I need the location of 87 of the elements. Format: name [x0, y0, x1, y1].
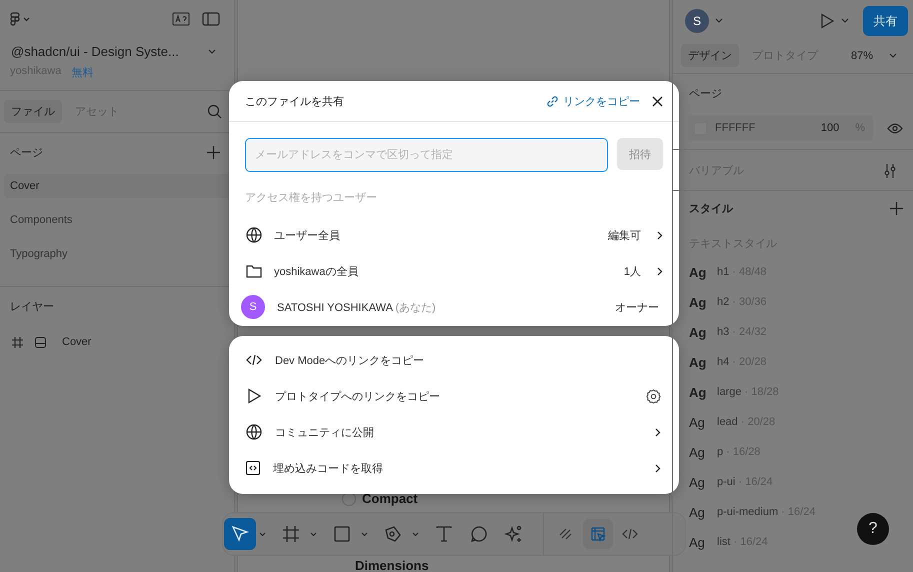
pages-heading: ページ: [10, 146, 43, 160]
caret-icon[interactable]: [889, 52, 897, 58]
caret-icon[interactable]: [412, 532, 419, 536]
section-label: Dimensions: [355, 558, 429, 572]
square-icon: [332, 524, 352, 544]
access-role[interactable]: 1人: [624, 264, 641, 278]
access-heading: アクセス権を持つユーザー: [245, 191, 378, 205]
menu-item[interactable]: Dev Modeへのリンクをコピー: [229, 342, 679, 378]
caret-icon[interactable]: [259, 532, 266, 536]
menu-item[interactable]: コミュニティに公開: [229, 414, 679, 450]
settings-icon[interactable]: [646, 388, 661, 404]
play-icon[interactable]: [819, 13, 835, 29]
caret-icon[interactable]: [715, 18, 723, 24]
style-sample: Ag: [689, 414, 706, 430]
page-item[interactable]: Cover: [4, 174, 230, 198]
share-button[interactable]: 共有: [863, 6, 908, 36]
globe-icon: [246, 227, 262, 243]
user-avatar[interactable]: S: [685, 9, 709, 33]
dialog-title: このファイルを共有: [245, 94, 344, 108]
access-role[interactable]: 編集可: [608, 228, 641, 242]
plan-label: 無料: [71, 66, 94, 80]
sliders-icon[interactable]: [883, 164, 897, 178]
play-icon: [246, 388, 262, 404]
help-button[interactable]: ?: [857, 513, 889, 545]
text-icon: [434, 524, 454, 544]
style-sample: Ag: [689, 324, 708, 340]
access-role[interactable]: オーナー: [615, 300, 659, 314]
menu-item[interactable]: 埋め込みコードを取得: [229, 450, 679, 486]
hash-icon: [281, 524, 301, 544]
file-name[interactable]: @shadcn/ui - Design Syste...: [11, 44, 208, 59]
style-sample: Ag: [689, 504, 706, 520]
access-name: SATOSHI YOSHIKAWA (あなた): [277, 300, 436, 314]
option-label: Compact: [362, 491, 418, 506]
copy-link-button[interactable]: リンクをコピー: [546, 94, 640, 108]
section-heading: スタイル: [689, 202, 733, 216]
fill-field[interactable]: FFFFFF 100 %: [688, 115, 873, 141]
zoom-level[interactable]: 87%: [850, 50, 873, 62]
link-icon: [546, 94, 559, 108]
caret-icon[interactable]: [208, 48, 216, 54]
style-sample: Ag: [689, 294, 708, 310]
menu-item[interactable]: プロトタイプへのリンクをコピー: [229, 378, 679, 414]
logo-icon[interactable]: [10, 12, 32, 26]
speech-bubble-icon: [469, 524, 489, 544]
page-item[interactable]: Components: [4, 208, 230, 232]
sidebar-toggle-icon[interactable]: [202, 12, 220, 26]
panel-tab[interactable]: ファイル: [4, 100, 62, 123]
chevron-icon[interactable]: [657, 230, 663, 240]
caret-icon[interactable]: [841, 18, 849, 24]
cursor-icon: [230, 524, 250, 544]
search-icon[interactable]: [207, 104, 222, 119]
user-avatar: S: [241, 295, 265, 319]
menu-item-label: プロトタイプへのリンクをコピー: [275, 390, 440, 404]
close-icon[interactable]: [652, 96, 663, 106]
access-name: yoshikawaの全員: [274, 264, 358, 278]
move-tool[interactable]: [224, 518, 256, 550]
section-heading: ページ: [689, 87, 723, 101]
font-check-icon[interactable]: [172, 12, 190, 26]
page-item[interactable]: Typography: [4, 242, 230, 266]
layers-heading: レイヤー: [10, 300, 54, 314]
style-sample: Ag: [689, 474, 706, 490]
pen-icon: [383, 524, 403, 544]
layout-icon: [589, 525, 607, 543]
style-sample: Ag: [689, 444, 706, 460]
style-sample: Ag: [689, 384, 708, 400]
menu-item-label: 埋め込みコードを取得: [273, 462, 383, 476]
add-icon[interactable]: [207, 146, 220, 159]
menu-item-label: コミュニティに公開: [275, 426, 374, 440]
menu-item-label: Dev Modeへのリンクをコピー: [275, 354, 424, 368]
embed-icon: [246, 461, 260, 475]
caret-icon[interactable]: [361, 532, 368, 536]
frame-icon: [12, 336, 23, 348]
section-icon: [35, 336, 46, 348]
style-sample: Ag: [689, 264, 708, 280]
access-name: ユーザー全員: [274, 228, 340, 242]
folder-icon: [246, 264, 262, 278]
chevron-icon[interactable]: [657, 266, 663, 276]
style-sample: Ag: [689, 354, 708, 370]
panel-tab[interactable]: デザイン: [681, 44, 739, 67]
email-input[interactable]: メールアドレスをコンマで区切って指定: [245, 138, 608, 172]
caret-icon[interactable]: [310, 532, 317, 536]
add-icon[interactable]: [890, 202, 903, 215]
sparkle-icon: [504, 524, 524, 544]
layer-item[interactable]: Cover: [62, 336, 92, 348]
style-sample: Ag: [689, 534, 706, 550]
code-icon: [246, 353, 262, 367]
globe-icon: [246, 424, 262, 440]
eye-icon[interactable]: [887, 122, 903, 134]
